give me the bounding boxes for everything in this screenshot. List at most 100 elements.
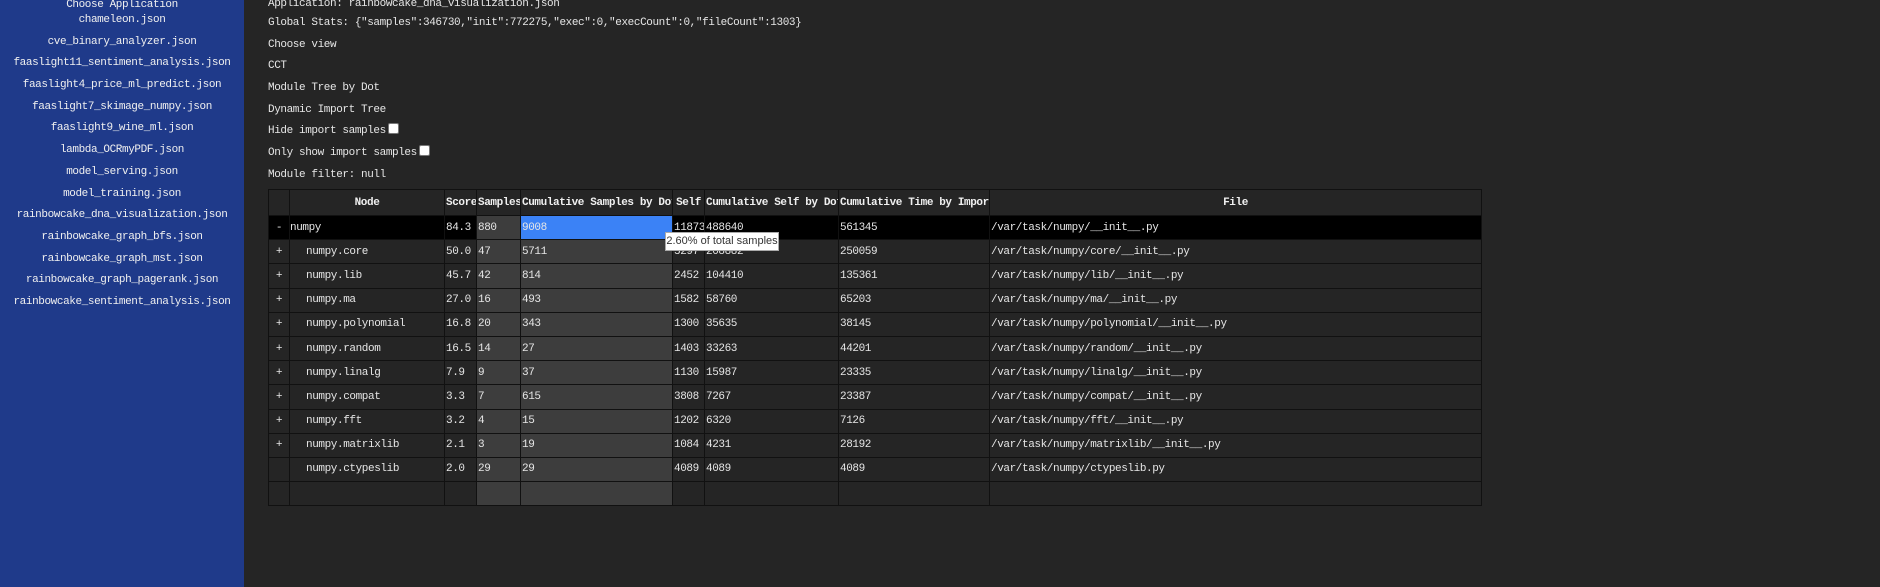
cell-cumulative-time-by-import: 28192 [838,432,990,458]
cell-cumulative-samples-by-dot: 493 [520,287,673,313]
cell-cumulative-samples-by-dot: 343 [520,311,673,337]
cell-cumulative-time-by-import: 4089 [838,456,990,483]
sidebar-item-app[interactable]: model_training.json [0,184,244,206]
only-import-checkbox[interactable] [418,145,430,157]
cell-score: 45.7 [444,263,477,289]
view-module-tree-by-dot[interactable]: Module Tree by Dot [268,78,1868,100]
cell-node: numpy.ma [289,287,445,313]
cell-file: /var/task/numpy/random/__init__.py [989,335,1482,362]
cell-score: 2.1 [444,432,477,458]
cell-node: numpy.linalg [289,360,445,386]
header-expand[interactable] [268,189,290,216]
sidebar-title: Choose Application [66,0,178,11]
sidebar-item-app[interactable]: model_serving.json [0,162,244,184]
cell-file: /var/task/numpy/ctypeslib.py [989,456,1482,483]
table-row[interactable]: + numpy.polynomial 16.8 20 343 1300 35635 38145… [268,311,1482,337]
table-row[interactable]: + numpy.linalg 7.9 9 37 1130 15987 23335/var/ta… [268,360,1482,386]
expand-toggle[interactable]: + [268,239,290,265]
sidebar-item-app[interactable]: rainbowcake_graph_pagerank.json [0,270,244,292]
expand-toggle[interactable]: + [268,360,290,386]
header-self[interactable]: Self [672,189,705,216]
cell-cumulative-self-by-dot: 6320 [704,408,839,434]
cell-score: 16.8 [444,311,477,337]
table-row[interactable]: + numpy.fft 3.2 4 15 1202 6320 7126/var/task/nu… [268,408,1482,434]
sidebar-item-app[interactable]: rainbowcake_graph_bfs.json [0,227,244,249]
cell-score: 16.5 [444,335,477,362]
table-row[interactable]: + numpy.random 16.5 14 27 1403 33263 44201/var/… [268,335,1482,362]
sidebar-item-app[interactable]: cve_binary_analyzer.json [0,32,244,54]
table-row[interactable]: numpy.ctypeslib 2.0 29 29 4089 4089 4089/var/t… [268,456,1482,483]
cell-score: 2.0 [444,456,477,483]
sidebar-item-app[interactable]: rainbowcake_graph_mst.json [0,249,244,271]
table-row[interactable]: + numpy.compat 3.3 7 615 3808 7267 23387/var/ta… [268,384,1482,410]
cell-cumulative-samples-by-dot: 15 [520,408,673,434]
sidebar-item-app[interactable]: chameleon.json [0,10,244,32]
cell-cumulative-self-by-dot: 4231 [704,432,839,458]
expand-toggle[interactable] [268,456,290,483]
cell-cumulative-samples-by-dot: 9008 [520,214,673,241]
expand-toggle[interactable]: + [268,311,290,337]
cell-self: 3808 [672,384,705,410]
only-import-samples: Only show import samples [268,143,1868,165]
header-cumulative-samples-by-dot[interactable]: Cumulative Samples by Dot [520,189,673,216]
view-dynamic-import-tree[interactable]: Dynamic Import Tree [268,100,1868,122]
sidebar-item-app[interactable]: rainbowcake_dna_visualization.json [0,205,244,227]
sidebar-item-app[interactable]: faaslight9_wine_ml.json [0,118,244,140]
expand-toggle[interactable]: + [268,335,290,362]
header-cumulative-time-by-import[interactable]: Cumulative Time by Import [838,189,990,216]
sidebar-item-app[interactable]: faaslight4_price_ml_predict.json [0,75,244,97]
header-cumulative-self-by-dot[interactable]: Cumulative Self by Dot [704,189,839,216]
cell-node: numpy.fft [289,408,445,434]
cell-file: /var/task/numpy/core/__init__.py [989,239,1482,265]
view-cct[interactable]: CCT [268,56,1868,78]
header-score[interactable]: Score [444,189,477,216]
table-row[interactable]: + numpy.matrixlib 2.1 3 19 1084 4231 28192/var/… [268,432,1482,458]
application-sidebar: Choose Application chameleon.json cve_bin… [0,0,244,587]
only-import-label: Only show import samples [268,147,417,160]
cell-cumulative-samples-by-dot: 29 [520,456,673,483]
sidebar-item-app[interactable]: faaslight11_sentiment_analysis.json [0,53,244,75]
cell-cumulative-time-by-import: 135361 [838,263,990,289]
cell-cumulative-self-by-dot: 35635 [704,311,839,337]
sidebar-item-app[interactable]: faaslight7_skimage_numpy.json [0,97,244,119]
cell-score: 84.3 [444,214,477,241]
cell-file: /var/task/numpy/lib/__init__.py [989,263,1482,289]
cell-cumulative-self-by-dot: 33263 [704,335,839,362]
sidebar-item-app[interactable]: rainbowcake_sentiment_analysis.json [0,292,244,314]
cell-score: 27.0 [444,287,477,313]
cell-node: numpy [289,214,445,241]
table-row[interactable]: + numpy.core 50.0 47 5711 5297 208882 250059/va… [268,239,1482,265]
cell-samples: 16 [476,287,521,313]
cell-cumulative-time-by-import: 44201 [838,335,990,362]
expand-toggle[interactable]: + [268,384,290,410]
cell-cumulative-self-by-dot: 7267 [704,384,839,410]
expand-toggle[interactable]: + [268,432,290,458]
application-label: Application: rainbowcake_dna_visualizati… [268,0,560,10]
expand-toggle[interactable]: + [268,287,290,313]
cell-cumulative-self-by-dot: 15987 [704,360,839,386]
header-file[interactable]: File [989,189,1482,216]
hide-import-checkbox[interactable] [387,123,399,135]
table-row[interactable]: + numpy.ma 27.0 16 493 1582 58760 65203/var/tas… [268,287,1482,313]
cell-self: 2452 [672,263,705,289]
cell-node: numpy.matrixlib [289,432,445,458]
cell-score: 7.9 [444,360,477,386]
expand-toggle[interactable]: + [268,408,290,434]
cell-cumulative-samples-by-dot: 814 [520,263,673,289]
table-row[interactable]: - numpy 84.3 880 9008 11873 488640 561345/var/t… [268,214,1482,241]
cell-score: 3.3 [444,384,477,410]
cell-self: 1130 [672,360,705,386]
header-samples[interactable]: Samples [476,189,521,216]
cell-self: 1202 [672,408,705,434]
table-row[interactable]: + numpy.lib 45.7 42 814 2452 104410 135361/var/… [268,263,1482,289]
cell-cumulative-time-by-import: 561345 [838,214,990,241]
header-node[interactable]: Node [289,189,445,216]
sidebar-item-app[interactable]: lambda_OCRmyPDF.json [0,140,244,162]
expand-toggle[interactable]: - [268,214,290,241]
module-filter: Module filter: null [268,168,386,181]
cell-node: numpy.ctypeslib [289,456,445,483]
expand-toggle[interactable]: + [268,263,290,289]
cell-samples: 14 [476,335,521,362]
cell-samples: 4 [476,408,521,434]
cell-samples: 880 [476,214,521,241]
